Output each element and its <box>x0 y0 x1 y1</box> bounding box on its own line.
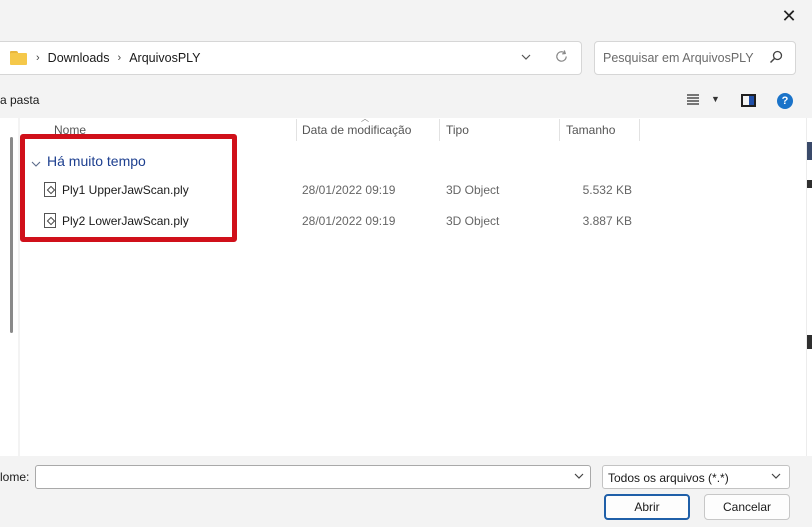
chevron-down-icon[interactable] <box>574 471 584 482</box>
breadcrumb-downloads[interactable]: Downloads <box>48 51 110 65</box>
folder-icon <box>10 51 28 65</box>
view-options-icon[interactable] <box>686 92 700 106</box>
highlight-annotation <box>20 134 237 242</box>
preview-pane-icon[interactable] <box>741 94 756 107</box>
file-size: 5.532 KB <box>582 183 632 197</box>
file-name-input[interactable] <box>40 469 560 485</box>
close-button[interactable]: ✕ <box>766 0 812 32</box>
navigation-item-fragment[interactable] <box>0 412 4 426</box>
breadcrumb-separator[interactable]: › <box>36 52 40 64</box>
view-options-chevron-icon[interactable]: ▼ <box>711 94 720 104</box>
navigation-pane[interactable] <box>0 118 18 456</box>
navigation-scrollbar[interactable] <box>10 137 13 333</box>
file-modified: 28/01/2022 09:19 <box>302 183 396 197</box>
breadcrumb-separator[interactable]: › <box>118 52 122 64</box>
breadcrumb-arquivosply[interactable]: ArquivosPLY <box>129 51 200 65</box>
chevron-down-icon[interactable] <box>771 471 781 482</box>
title-bar: ✕ <box>0 0 812 32</box>
search-icon[interactable] <box>769 50 783 64</box>
background-window-fragment <box>807 335 812 349</box>
file-type: 3D Object <box>446 183 500 197</box>
search-box[interactable] <box>594 41 796 75</box>
column-divider[interactable] <box>639 119 640 141</box>
column-header-size[interactable]: Tamanho <box>560 119 639 141</box>
address-bar[interactable]: › Downloads › ArquivosPLY <box>0 41 582 75</box>
toolbar: a pasta ▼ <box>0 84 812 116</box>
close-icon: ✕ <box>781 5 797 26</box>
file-name-field[interactable] <box>35 465 591 489</box>
search-input[interactable] <box>603 51 763 65</box>
address-history-chevron-icon[interactable] <box>521 51 531 63</box>
column-header-modified[interactable]: Data de modificação <box>296 119 439 141</box>
file-modified: 28/01/2022 09:19 <box>302 214 396 228</box>
file-type-filter-value: Todos os arquivos (*.*) <box>608 471 729 485</box>
file-name-label: lome: <box>0 470 30 484</box>
column-header-type[interactable]: Tipo <box>440 119 559 141</box>
background-window-fragment <box>807 180 812 188</box>
file-list-scrollbar[interactable] <box>806 118 812 456</box>
file-type-filter[interactable]: Todos os arquivos (*.*) <box>602 465 790 489</box>
refresh-icon[interactable] <box>553 49 569 65</box>
help-icon[interactable]: ? <box>777 93 793 109</box>
new-folder-button[interactable]: a pasta <box>0 93 39 107</box>
open-button[interactable]: Abrir <box>604 494 690 520</box>
file-type: 3D Object <box>446 214 500 228</box>
file-size: 3.887 KB <box>582 214 632 228</box>
background-window-fragment <box>807 142 812 160</box>
cancel-button[interactable]: Cancelar <box>704 494 790 520</box>
